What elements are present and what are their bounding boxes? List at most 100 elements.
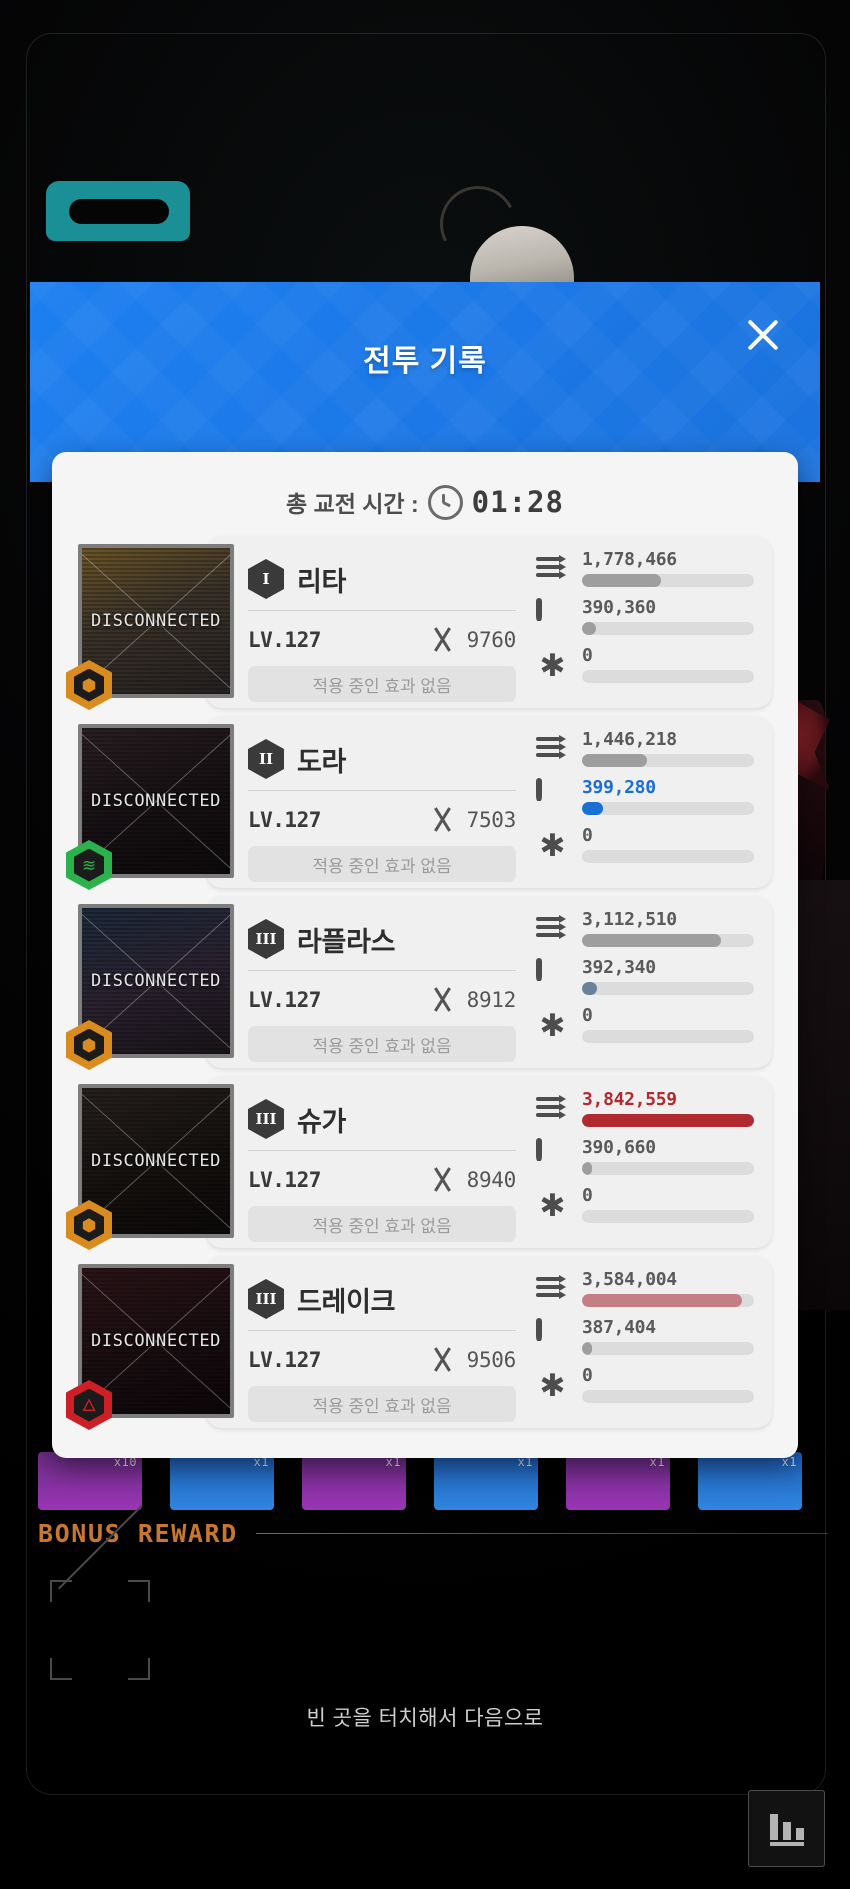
asterisk-icon: ✱: [539, 1368, 566, 1403]
modal-body-panel: 총 교전 시간 : 01:28 DISCONNECTED ⬢ I 리타 LV.127 97…: [52, 452, 798, 1458]
player-avatar[interactable]: DISCONNECTED ⬢: [66, 544, 234, 710]
player-stat-shield: 390,360: [536, 598, 754, 646]
player-stat-bar: [582, 1162, 754, 1175]
player-stat-support: ✱ 0: [536, 1366, 754, 1414]
player-card: III 라플라스 LV.127 8912 적용 중인 효과 없음 3,112,510 392…: [206, 896, 772, 1068]
crossed-swords-icon: [430, 1167, 456, 1193]
shield-icon: [536, 1138, 569, 1174]
player-stat-damage: 3,112,510: [536, 910, 754, 958]
player-name: 도라: [297, 746, 347, 777]
disconnected-label: DISCONNECTED: [90, 1151, 222, 1171]
player-rank-badge: II: [248, 739, 284, 779]
player-stat-value: 3,842,559: [582, 1089, 677, 1110]
player-combat-power: 8940: [466, 1168, 517, 1192]
player-buff-status: 적용 중인 효과 없음: [248, 1206, 516, 1242]
player-stat-shield: 392,340: [536, 958, 754, 1006]
damage-arrows-icon: [536, 553, 569, 586]
crossed-swords-icon: [430, 627, 456, 653]
damage-arrows-icon: [536, 1273, 569, 1306]
player-row[interactable]: DISCONNECTED 🜂 III 드레이크 LV.127 9506 적용 중인 효과 없…: [66, 1256, 772, 1436]
player-list: DISCONNECTED ⬢ I 리타 LV.127 9760 적용 중인 효과 없음 1,7…: [66, 536, 772, 1436]
player-stat-value: 3,584,004: [582, 1269, 677, 1290]
disconnected-label: DISCONNECTED: [90, 1331, 222, 1351]
asterisk-icon: ✱: [539, 828, 566, 863]
crossed-swords-icon: [430, 987, 456, 1013]
player-combat-power: 8912: [466, 988, 517, 1012]
shield-icon: [536, 1318, 569, 1354]
player-stat-shield: 390,660: [536, 1138, 754, 1186]
page-title: 전투 기록: [363, 345, 487, 378]
bonus-reward-divider: [255, 1532, 828, 1534]
player-stats: 3,584,004 387,404 ✱ 0: [536, 1270, 754, 1416]
player-row[interactable]: DISCONNECTED ⬢ I 리타 LV.127 9760 적용 중인 효과 없음 1,7…: [66, 536, 772, 716]
player-stat-value: 399,280: [582, 777, 656, 798]
clock-icon: [427, 484, 463, 520]
player-stat-bar: [582, 670, 754, 683]
player-stat-bar: [582, 982, 754, 995]
player-avatar[interactable]: DISCONNECTED ⬢: [66, 904, 234, 1070]
damage-arrows-icon: [536, 1093, 569, 1126]
player-row[interactable]: DISCONNECTED ≋ II 도라 LV.127 7503 적용 중인 효과 없음 1,…: [66, 716, 772, 896]
player-stat-damage: 1,778,466: [536, 550, 754, 598]
player-row[interactable]: DISCONNECTED ⬢ III 라플라스 LV.127 8912 적용 중인 효과 없…: [66, 896, 772, 1076]
crossed-swords-icon: [430, 807, 456, 833]
player-avatar[interactable]: DISCONNECTED ⬢: [66, 1084, 234, 1250]
shield-icon: [536, 598, 569, 634]
player-avatar[interactable]: DISCONNECTED 🜂: [66, 1264, 234, 1430]
player-combat-power: 9506: [466, 1348, 517, 1372]
player-rank-badge: I: [248, 559, 284, 599]
disconnected-label: DISCONNECTED: [90, 791, 222, 811]
player-card: III 슈가 LV.127 8940 적용 중인 효과 없음 3,842,559 390,6…: [206, 1076, 772, 1248]
player-card: II 도라 LV.127 7503 적용 중인 효과 없음 1,446,218 399,28…: [206, 716, 772, 888]
player-stat-value: 387,404: [582, 1317, 656, 1338]
player-row[interactable]: DISCONNECTED ⬢ III 슈가 LV.127 8940 적용 중인 효과 없음 3…: [66, 1076, 772, 1256]
damage-arrows-icon: [536, 913, 569, 946]
player-stat-support: ✱ 0: [536, 826, 754, 874]
game-screen: x10 x1 x1 x1 x1 x1 BONUS REWARD 빈 곳을 터치해서 다음으…: [0, 0, 850, 1889]
player-stat-value: 390,660: [582, 1137, 656, 1158]
player-stat-value: 0: [582, 1185, 593, 1206]
teal-ui-badge: [46, 181, 190, 241]
player-stat-bar: [582, 1030, 754, 1043]
player-level: LV.127: [248, 628, 321, 652]
player-stat-value: 392,340: [582, 957, 656, 978]
bonus-reward-label: BONUS REWARD: [38, 1518, 238, 1548]
empty-reward-slot[interactable]: [50, 1504, 150, 1680]
disconnected-label: DISCONNECTED: [90, 611, 222, 631]
player-avatar[interactable]: DISCONNECTED ≋: [66, 724, 234, 890]
player-name: 드레이크: [297, 1286, 396, 1317]
player-stat-support: ✱ 0: [536, 646, 754, 694]
close-icon[interactable]: [732, 304, 794, 366]
player-stat-damage: 1,446,218: [536, 730, 754, 778]
player-stat-bar: [582, 1210, 754, 1223]
touch-to-continue-hint[interactable]: 빈 곳을 터치해서 다음으로: [0, 1702, 850, 1732]
total-battle-time-label: 총 교전 시간 :: [286, 491, 419, 517]
player-stats: 1,778,466 390,360 ✱ 0: [536, 550, 754, 696]
player-level: LV.127: [248, 1348, 321, 1372]
player-level: LV.127: [248, 1168, 321, 1192]
player-stat-bar: [582, 1294, 754, 1307]
player-stat-shield: 387,404: [536, 1318, 754, 1366]
player-combat-power: 9760: [466, 628, 517, 652]
player-name: 리타: [297, 566, 347, 597]
player-stats: 3,842,559 390,660 ✱ 0: [536, 1090, 754, 1236]
player-stat-damage: 3,842,559: [536, 1090, 754, 1138]
player-stat-bar: [582, 1390, 754, 1403]
player-card: III 드레이크 LV.127 9506 적용 중인 효과 없음 3,584,004 387…: [206, 1256, 772, 1428]
player-stat-support: ✱ 0: [536, 1186, 754, 1234]
player-stat-value: 390,360: [582, 597, 656, 618]
player-level: LV.127: [248, 808, 321, 832]
total-battle-time-value: 01:28: [471, 485, 564, 519]
player-stat-bar: [582, 934, 754, 947]
player-name: 라플라스: [297, 926, 396, 957]
shield-icon: [536, 778, 569, 814]
bar-chart-icon[interactable]: [748, 1790, 825, 1867]
player-rank-badge: III: [248, 919, 284, 959]
player-stat-bar: [582, 622, 754, 635]
player-stat-support: ✱ 0: [536, 1006, 754, 1054]
player-stat-bar: [582, 574, 754, 587]
player-card: I 리타 LV.127 9760 적용 중인 효과 없음 1,778,466 390,360…: [206, 536, 772, 708]
bonus-reward-header: BONUS REWARD: [38, 1513, 828, 1553]
player-stat-value: 0: [582, 1005, 593, 1026]
player-stats: 3,112,510 392,340 ✱ 0: [536, 910, 754, 1056]
